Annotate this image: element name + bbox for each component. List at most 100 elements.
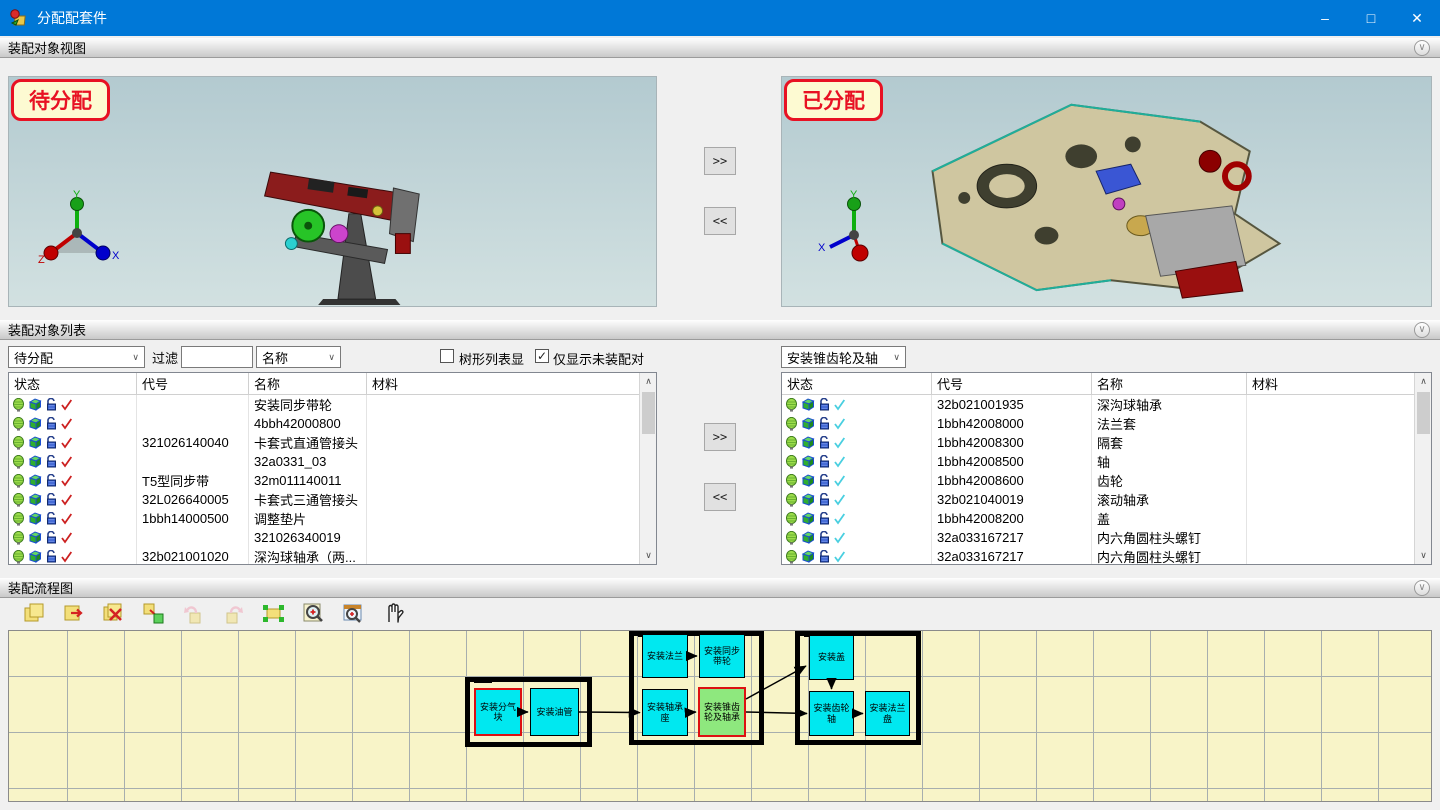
scrollbar-thumb[interactable] [642, 392, 655, 434]
list-move-left-button[interactable]: << [704, 483, 736, 511]
flow-node[interactable]: 安装轴承座 [642, 689, 688, 736]
flow-node[interactable]: 安装盖 [809, 635, 854, 680]
column-header[interactable]: 代号 [137, 373, 249, 395]
name-cell: 盖 [1092, 509, 1247, 528]
scroll-up-icon[interactable]: ∧ [640, 373, 657, 390]
table-row[interactable]: 321026140040 卡套式直通管接头 [9, 433, 656, 452]
list-move-right-button[interactable]: >> [704, 423, 736, 451]
table-row[interactable]: 1bbh42008300 隔套 [782, 433, 1431, 452]
table-row[interactable]: T5型同步带 32m011140011 [9, 471, 656, 490]
viewer-move-left-button[interactable]: << [704, 207, 736, 235]
table-row[interactable]: 32b021001020 深沟球轴承（两... [9, 547, 656, 565]
table-row[interactable]: 1bbh42008000 法兰套 [782, 414, 1431, 433]
table-row[interactable]: 32a033167217 内六角圆柱头螺钉 [782, 547, 1431, 565]
delete-node-icon[interactable] [100, 601, 126, 627]
code-cell: 1bbh42008200 [932, 509, 1092, 528]
copy-node-icon[interactable] [20, 601, 46, 627]
close-button[interactable]: ✕ [1394, 0, 1440, 36]
collapse-flow-icon[interactable]: ∨ [1414, 580, 1430, 596]
column-header[interactable]: 材料 [1247, 373, 1431, 395]
viewer-section-header: 装配对象视图 ∨ [0, 38, 1440, 58]
flow-node[interactable]: 安装齿轮轴 [809, 691, 854, 736]
check-icon [60, 474, 73, 487]
table-row[interactable]: 32b021001935 深沟球轴承 [782, 395, 1431, 414]
field-select[interactable]: 名称 ∨ [256, 346, 341, 368]
table-row[interactable]: 4bbh42000800 [9, 414, 656, 433]
column-header[interactable]: 状态 [9, 373, 137, 395]
status-cell [782, 509, 932, 528]
tree-list-checkbox[interactable] [440, 349, 454, 363]
code-cell [137, 528, 249, 547]
table-row[interactable]: 32L026640005 卡套式三通管接头 [9, 490, 656, 509]
redo-icon[interactable] [220, 601, 246, 627]
state-filter-select[interactable]: 待分配 ∨ [8, 346, 145, 368]
column-header[interactable]: 名称 [1092, 373, 1247, 395]
table-row[interactable]: 32b021040019 滚动轴承 [782, 490, 1431, 509]
flow-node[interactable]: 安装分气块 [474, 688, 522, 736]
filter-input[interactable] [181, 346, 253, 368]
assigned-viewport[interactable]: X Y 已分配 [781, 76, 1432, 307]
code-cell: 1bbh42008300 [932, 433, 1092, 452]
flow-node[interactable]: 安装锥齿轮及轴承 [698, 687, 746, 737]
zoom-area-icon[interactable] [300, 601, 326, 627]
vertical-scrollbar[interactable]: ∧ ∨ [639, 373, 656, 564]
unlocked-icon [818, 512, 830, 525]
process-select[interactable]: 安装锥齿轮及轴 ∨ [781, 346, 906, 368]
material-cell [367, 433, 656, 452]
column-header[interactable]: 材料 [367, 373, 656, 395]
unassigned-parts-table[interactable]: 状态代号名称材料 安装同步带轮 4bbh42000800 [8, 372, 657, 565]
flow-node[interactable]: 安装法兰 [642, 634, 688, 678]
scrollbar-thumb[interactable] [1417, 392, 1430, 434]
table-row[interactable]: 32a0331_03 [9, 452, 656, 471]
vertical-scrollbar[interactable]: ∧ ∨ [1414, 373, 1431, 564]
bulb-icon [785, 493, 798, 507]
unlocked-icon [45, 398, 57, 411]
unlocked-icon [45, 493, 57, 506]
flow-node[interactable]: 安装油管 [530, 688, 579, 736]
material-cell [367, 490, 656, 509]
undo-icon[interactable] [180, 601, 206, 627]
collapse-viewer-icon[interactable]: ∨ [1414, 40, 1430, 56]
bulb-icon [785, 512, 798, 526]
minimize-button[interactable]: – [1302, 0, 1348, 36]
check-icon [833, 398, 846, 411]
table-row[interactable]: 32a033167217 内六角圆柱头螺钉 [782, 528, 1431, 547]
collapse-list-icon[interactable]: ∨ [1414, 322, 1430, 338]
column-header[interactable]: 状态 [782, 373, 932, 395]
assigned-parts-table[interactable]: 状态代号名称材料 32b021001935 深沟球轴承 1bbh42008000… [781, 372, 1432, 565]
material-cell [1247, 471, 1431, 490]
unlocked-icon [818, 550, 830, 563]
flow-node[interactable]: 安装法兰盘 [865, 691, 910, 736]
assign-node-icon[interactable] [140, 601, 166, 627]
unassembled-only-checkbox[interactable]: ✓ [535, 349, 549, 363]
scroll-down-icon[interactable]: ∨ [640, 547, 657, 564]
maximize-button[interactable]: □ [1348, 0, 1394, 36]
scroll-down-icon[interactable]: ∨ [1415, 547, 1432, 564]
name-cell: 齿轮 [1092, 471, 1247, 490]
status-cell [782, 433, 932, 452]
table-row[interactable]: 321026340019 [9, 528, 656, 547]
table-row[interactable]: 1bbh42008600 齿轮 [782, 471, 1431, 490]
insert-node-icon[interactable] [60, 601, 86, 627]
bulb-icon [12, 436, 25, 450]
table-row[interactable]: 安装同步带轮 [9, 395, 656, 414]
flowchart-canvas[interactable]: 安装分气块安装油管 安装法兰安装同步带轮安装轴承座安装锥齿轮及轴承 安装盖安装齿轮轴… [8, 630, 1432, 802]
status-cell [782, 395, 932, 414]
part-cube-icon [28, 512, 42, 525]
fit-selection-icon[interactable] [260, 601, 286, 627]
unassembled-only-checkbox-label: 仅显示未装配对 [553, 349, 654, 368]
flow-node[interactable]: 安装同步带轮 [699, 634, 745, 678]
scroll-up-icon[interactable]: ∧ [1415, 373, 1432, 390]
table-row[interactable]: 1bbh42008200 盖 [782, 509, 1431, 528]
table-row[interactable]: 1bbh14000500 调整垫片 [9, 509, 656, 528]
check-icon [60, 531, 73, 544]
zoom-window-icon[interactable] [340, 601, 366, 627]
column-header[interactable]: 名称 [249, 373, 367, 395]
viewer-move-right-button[interactable]: >> [704, 147, 736, 175]
table-row[interactable]: 1bbh42008500 轴 [782, 452, 1431, 471]
column-header[interactable]: 代号 [932, 373, 1092, 395]
unlocked-icon [818, 436, 830, 449]
pan-hand-icon[interactable] [380, 601, 406, 627]
unassigned-viewport[interactable]: Y Z X 待分配 [8, 76, 657, 307]
check-icon [60, 493, 73, 506]
